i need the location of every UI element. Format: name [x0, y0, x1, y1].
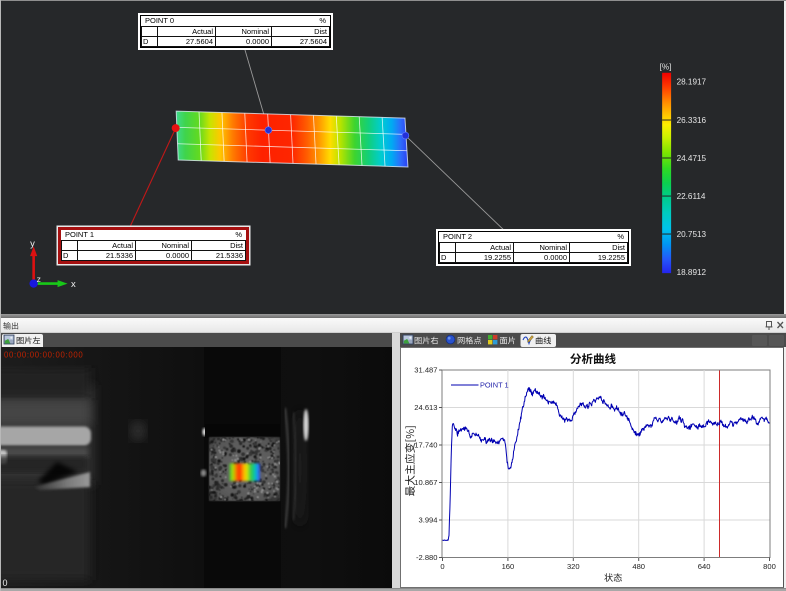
svg-text:-2.880: -2.880 — [416, 553, 438, 562]
svg-text:10.867: 10.867 — [414, 478, 437, 487]
svg-text:18.8912: 18.8912 — [677, 268, 707, 277]
svg-text:800: 800 — [763, 562, 776, 571]
svg-text:3.994: 3.994 — [418, 516, 437, 525]
svg-text:20.7513: 20.7513 — [677, 230, 707, 239]
svg-text:640: 640 — [698, 562, 711, 571]
svg-text:x: x — [71, 279, 76, 290]
svg-text:22.6114: 22.6114 — [677, 192, 706, 201]
svg-text:z: z — [37, 274, 41, 284]
svg-text:0: 0 — [440, 562, 444, 571]
svg-text:y: y — [30, 239, 35, 250]
svg-text:17.740: 17.740 — [414, 441, 437, 450]
svg-text:0: 0 — [3, 578, 8, 588]
svg-text:00:00:00:00:00:000: 00:00:00:00:00:000 — [4, 351, 83, 360]
svg-text:24.4715: 24.4715 — [677, 154, 707, 163]
svg-text:28.1917: 28.1917 — [677, 78, 707, 87]
svg-text:480: 480 — [632, 562, 645, 571]
svg-text:26.3316: 26.3316 — [677, 116, 707, 125]
svg-text:320: 320 — [567, 562, 580, 571]
svg-text:[%]: [%] — [660, 62, 672, 71]
svg-text:POINT 1: POINT 1 — [480, 381, 509, 390]
svg-text:24.613: 24.613 — [414, 403, 437, 412]
svg-text:160: 160 — [502, 562, 515, 571]
svg-text:31.487: 31.487 — [414, 366, 437, 375]
